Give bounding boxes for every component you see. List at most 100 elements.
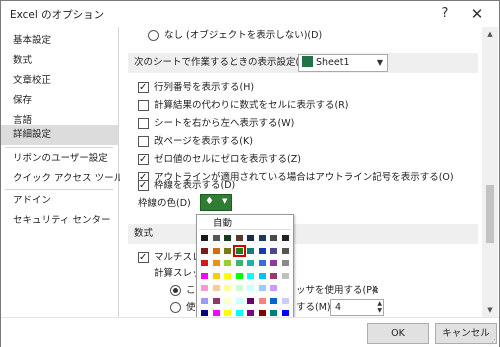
color-swatch[interactable] bbox=[200, 309, 209, 317]
scroll-up-icon[interactable]: ▲ bbox=[482, 27, 498, 41]
color-swatch[interactable] bbox=[269, 309, 278, 317]
show-formulas-checkbox[interactable] bbox=[138, 100, 149, 111]
color-swatch[interactable] bbox=[211, 309, 221, 317]
color-swatch[interactable] bbox=[280, 284, 290, 292]
color-swatch[interactable] bbox=[211, 234, 221, 242]
sidebar-item-trust-center[interactable]: セキュリティ センター bbox=[1, 211, 118, 231]
vertical-scrollbar[interactable]: ▲ ▼ bbox=[482, 27, 498, 317]
color-swatch[interactable] bbox=[223, 284, 232, 292]
sidebar-item-advanced[interactable]: 詳細設定 bbox=[1, 125, 118, 145]
color-swatch[interactable] bbox=[200, 259, 209, 267]
color-swatch[interactable] bbox=[211, 296, 221, 305]
color-swatch[interactable] bbox=[246, 259, 255, 267]
color-swatch[interactable] bbox=[223, 296, 232, 305]
radio-all-processors-row[interactable]: こ bbox=[170, 282, 196, 300]
sidebar-item-quick-access-toolbar[interactable]: クイック アクセス ツール バー bbox=[1, 169, 145, 189]
color-swatch[interactable] bbox=[269, 246, 278, 255]
radio-none-row[interactable]: なし (オブジェクトを表示しない)(D) bbox=[148, 27, 322, 45]
color-swatch[interactable] bbox=[234, 284, 244, 292]
scroll-thumb[interactable] bbox=[486, 185, 494, 243]
color-swatch[interactable] bbox=[280, 234, 290, 242]
color-swatch[interactable] bbox=[269, 296, 278, 305]
resize-grip-icon[interactable]: ⋰ bbox=[489, 338, 496, 346]
color-swatch[interactable] bbox=[232, 244, 246, 257]
ok-button[interactable]: OK bbox=[367, 323, 429, 344]
color-swatch[interactable] bbox=[234, 259, 244, 267]
color-swatch[interactable] bbox=[200, 284, 209, 292]
multithread-checkbox[interactable] bbox=[138, 249, 149, 267]
color-swatch[interactable] bbox=[269, 234, 278, 242]
color-swatch[interactable] bbox=[211, 284, 221, 292]
color-swatch[interactable] bbox=[257, 259, 267, 267]
sidebar-item-proofing[interactable]: 文章校正 bbox=[1, 71, 118, 91]
sidebar-item-save[interactable]: 保存 bbox=[1, 91, 118, 111]
color-swatch[interactable] bbox=[223, 234, 232, 242]
option-row[interactable]: ゼロ値のセルにゼロを表示する(Z) bbox=[138, 151, 301, 169]
radio-manual[interactable] bbox=[170, 302, 181, 313]
color-swatch[interactable] bbox=[246, 246, 255, 255]
color-swatch[interactable] bbox=[200, 296, 209, 305]
show-row-col-headers-checkbox[interactable] bbox=[138, 79, 149, 97]
color-swatch[interactable] bbox=[234, 296, 244, 305]
radio-all-processors[interactable] bbox=[170, 285, 181, 296]
color-swatch[interactable] bbox=[280, 259, 290, 267]
color-swatch[interactable] bbox=[223, 259, 232, 267]
color-swatch[interactable] bbox=[246, 284, 255, 292]
color-swatch[interactable] bbox=[246, 296, 255, 305]
color-swatch[interactable] bbox=[257, 246, 267, 255]
color-swatch[interactable] bbox=[257, 271, 267, 280]
color-swatch[interactable] bbox=[280, 246, 290, 255]
radio-none[interactable] bbox=[148, 30, 159, 41]
automatic-color-option[interactable]: 自動 bbox=[199, 217, 291, 230]
sidebar-item-formulas[interactable]: 数式 bbox=[1, 51, 118, 71]
color-swatch[interactable] bbox=[257, 296, 267, 305]
gridline-color-button[interactable]: ♦ ▼ bbox=[200, 194, 232, 211]
close-button[interactable]: ✕ bbox=[463, 3, 491, 25]
color-swatch[interactable] bbox=[280, 296, 290, 305]
help-button[interactable]: ? bbox=[431, 3, 459, 25]
color-swatch[interactable] bbox=[200, 271, 209, 280]
option-row[interactable]: 行列番号を表示する(H) bbox=[138, 79, 254, 97]
color-swatch[interactable] bbox=[269, 271, 278, 280]
option-row[interactable]: 改ページを表示する(K) bbox=[138, 133, 253, 151]
cancel-button[interactable]: キャンセル bbox=[435, 323, 497, 344]
color-swatch[interactable] bbox=[211, 259, 221, 267]
color-swatch[interactable] bbox=[257, 284, 267, 292]
color-swatch[interactable] bbox=[246, 309, 255, 317]
show-zero-checkbox[interactable] bbox=[138, 151, 149, 169]
sidebar-item-addins[interactable]: アドイン bbox=[1, 191, 118, 211]
page-breaks-checkbox[interactable] bbox=[138, 136, 149, 147]
color-swatch[interactable] bbox=[234, 271, 244, 280]
color-swatch[interactable] bbox=[200, 246, 209, 255]
thread-count-spinner[interactable]: 4 ▲ ▼ bbox=[330, 299, 384, 316]
right-to-left-checkbox[interactable] bbox=[138, 118, 149, 129]
show-gridlines-checkbox[interactable] bbox=[138, 177, 149, 195]
sheet-select[interactable]: Sheet1 ▼ bbox=[298, 54, 388, 72]
color-swatch[interactable] bbox=[269, 259, 278, 267]
scroll-down-icon[interactable]: ▼ bbox=[482, 303, 498, 317]
option-row[interactable]: シートを右から左へ表示する(W) bbox=[138, 115, 294, 133]
color-swatch[interactable] bbox=[280, 309, 290, 317]
color-swatch[interactable] bbox=[223, 271, 232, 280]
option-row[interactable]: 計算結果の代わりに数式をセルに表示する(R) bbox=[138, 97, 349, 115]
color-swatch[interactable] bbox=[211, 271, 221, 280]
color-swatch[interactable] bbox=[269, 284, 278, 292]
option-row[interactable]: 枠線を表示する(D) bbox=[138, 177, 235, 195]
color-swatch[interactable] bbox=[200, 234, 209, 242]
color-swatch[interactable] bbox=[257, 309, 267, 317]
color-swatch[interactable] bbox=[234, 234, 244, 242]
color-swatch[interactable] bbox=[234, 309, 244, 317]
color-swatch[interactable] bbox=[246, 234, 255, 242]
sidebar-item-customize-ribbon[interactable]: リボンのユーザー設定 bbox=[1, 149, 118, 169]
sidebar-item-general[interactable]: 基本設定 bbox=[1, 31, 118, 51]
color-swatch[interactable] bbox=[223, 246, 232, 255]
color-swatch[interactable] bbox=[257, 234, 267, 242]
color-swatch[interactable] bbox=[246, 271, 255, 280]
option-label: 枠線を表示する(D) bbox=[154, 180, 236, 191]
radio-manual-row[interactable]: 使 bbox=[170, 299, 196, 317]
color-swatch[interactable] bbox=[211, 246, 221, 255]
spinner-arrows-icon[interactable]: ▲ ▼ bbox=[377, 300, 382, 314]
color-swatch[interactable] bbox=[223, 309, 232, 317]
formula-section: 数式 bbox=[128, 224, 478, 244]
color-swatch[interactable] bbox=[280, 271, 290, 280]
